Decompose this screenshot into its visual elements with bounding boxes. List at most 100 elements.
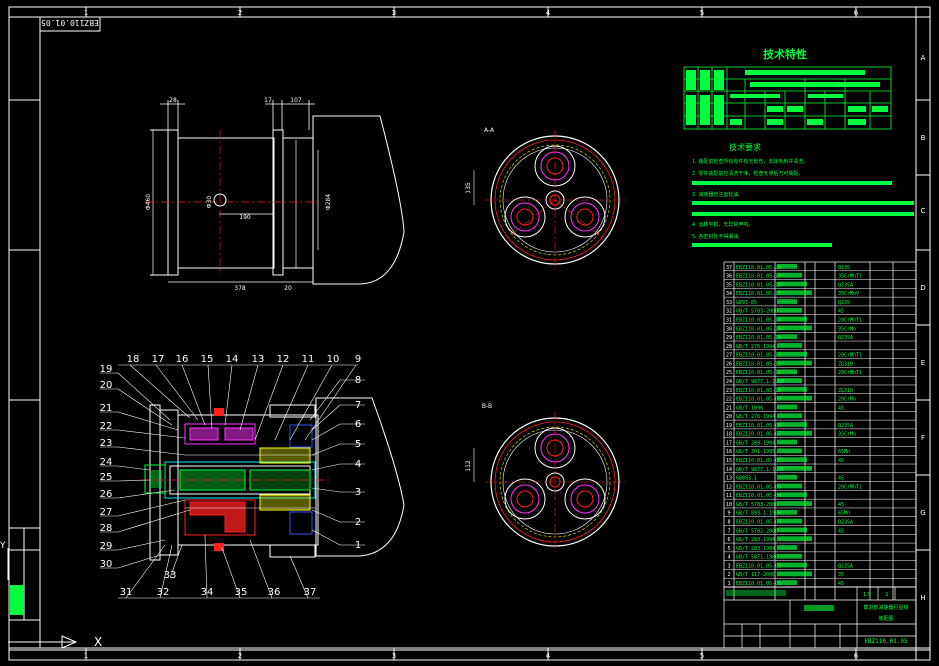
grid-row-h: H [920,594,925,602]
bom-row-code: GB/T 5782-2000 [736,528,778,534]
bom-row-name-block [777,562,807,568]
bom-row-name-block [777,448,802,454]
balloon-33: 33 [164,570,177,581]
bom-row-number: 8 [727,520,730,526]
bom-row-code: GB/T 1096 [736,405,763,411]
dim-190: 190 [239,214,251,221]
grid-col-6: 6 [854,9,859,17]
bom-row-code: EBZ110.01.05-13 [736,353,781,359]
bom-row-name-block [777,536,812,542]
balloons-bottom-labels: 31 32 33 34 35 36 37 [120,570,317,598]
bom-row-material: Q235A [838,282,853,288]
balloon-4: 4 [355,459,361,470]
bom-row-material: 45 [838,405,844,411]
grid-col-2: 2 [238,9,242,17]
bom-row-number: 31 [726,317,732,323]
bom-row-code: GB/T 283-1994 [736,546,775,552]
tech-req-line-3: 3. 减速器应注齿轮油。 [692,191,743,198]
bom-row-number: 16 [726,449,732,455]
title-block-name: 截割部减速器行星级 [863,604,908,611]
bom-row-name-block [777,334,797,340]
bom-row-number: 33 [726,300,732,306]
bom-row-name-block [777,316,807,322]
balloon-6: 6 [355,419,361,430]
bom-row-code: EBZ110.01.05-04 [736,493,781,499]
bom-row-material: ZG310 [838,361,853,367]
grid-row-a: A [921,54,926,62]
balloon-22: 22 [100,421,113,432]
bom-row-number: 36 [726,274,732,280]
title-block-sub: 装配图 [878,615,893,622]
bom-row-material: 35CrMnTi [838,274,862,280]
bom-row-name-block [777,351,807,357]
section-label-a: A-A [484,127,495,134]
bom-row-number: 20 [726,414,732,420]
bom-row-code: GB/T 276-1994 [736,344,775,350]
balloons-top-labels: 18 17 16 15 14 13 12 11 10 9 [127,354,362,365]
bom-row-code: GB/T 9877.1-1988 [736,379,784,385]
bom-row-code: EBZ110.01.05-19 [736,274,781,280]
bom-row-name-block [777,439,797,445]
bom-row-name-block [777,580,797,585]
bom-row-number: 32 [726,309,732,315]
bom-row-number: 23 [726,388,732,394]
bom-row-material: Q235 [838,265,850,271]
balloon-20: 20 [100,380,113,391]
grid-col-3: 3 [392,9,396,17]
grid-col-6b: 6 [854,652,859,660]
grid-col-1: 1 [84,9,88,17]
grid-col-3b: 3 [392,652,396,660]
bom-row-name-block [777,553,802,559]
balloon-12: 12 [277,354,290,365]
bom-row-code: GB/T 5783-2000 [736,309,778,315]
bom-row-name-block [777,369,797,375]
bom-row-code: GB/T 893.1-1986 [736,511,781,517]
title-block-sheet: 1 [885,592,888,598]
bom-row-name-block [777,264,797,269]
planetary-view-b: B-B 112 [465,403,625,552]
balloon-9: 9 [355,354,361,365]
balloon-30: 30 [100,559,113,570]
balloon-37: 37 [304,587,317,598]
grid-col-4: 4 [546,9,551,17]
tech-requirements: 技术要求 1. 装配前检查所有零件有无划伤，去除毛刺并清洗。 2. 零件装配前应… [692,142,914,247]
svg-text:Y: Y [0,541,6,551]
bom-row-name-block [777,509,797,515]
bom-row-name-block [777,527,807,533]
bom-row-number: 17 [726,440,732,446]
balloon-5: 5 [355,439,361,450]
left-side-box [8,527,41,621]
bom-row-number: 26 [726,361,732,367]
bom-row-number: 14 [726,467,732,473]
bom-row-number: 24 [726,379,732,385]
dim-phi-284: Φ284 [325,194,332,210]
bom-row-code: EBZ110.01.05-07 [736,432,781,438]
grid-row-b: B [921,134,926,142]
bom-row-code: GB/T 301-1995 [736,449,775,455]
balloon-26: 26 [100,489,113,500]
bom-row-number: 19 [726,423,732,429]
bom-row-code: EBZ110.01.05-15 [736,326,781,332]
bom-row-material: 45 [838,476,844,482]
tech-req-line-1: 1. 装配前检查所有零件有无划伤，去除毛刺并清洗。 [692,158,808,165]
bom-row-number: 1 [727,581,730,587]
assembly-section-view [140,397,405,561]
bom-row-material: 20CrMo [838,397,856,403]
grid-row-e: E [921,359,925,367]
balloon-23: 23 [100,438,113,449]
balloon-21: 21 [100,403,113,414]
cad-drawing-canvas[interactable]: 1 2 3 4 5 6 1 2 3 4 5 6 A B C D E F G H … [0,0,939,666]
balloon-3: 3 [355,487,361,498]
svg-text:X: X [94,635,102,649]
bom-row-code: EBZ110.01.05-06 [736,458,781,464]
balloon-8: 8 [355,375,361,386]
bom-row-code: GB93-85 [736,300,757,306]
balloon-31: 31 [120,587,133,598]
bom-row-name-block [777,281,807,287]
bom-row-number: 2 [727,572,730,578]
bom-row-name-block [777,483,802,489]
bom-row-code: EBZ110.01.05-20 [736,265,781,271]
balloon-14: 14 [226,354,239,365]
balloons-right-labels: 8 7 6 5 4 3 2 1 [355,375,361,551]
bom-row-material: 45 [838,309,844,315]
